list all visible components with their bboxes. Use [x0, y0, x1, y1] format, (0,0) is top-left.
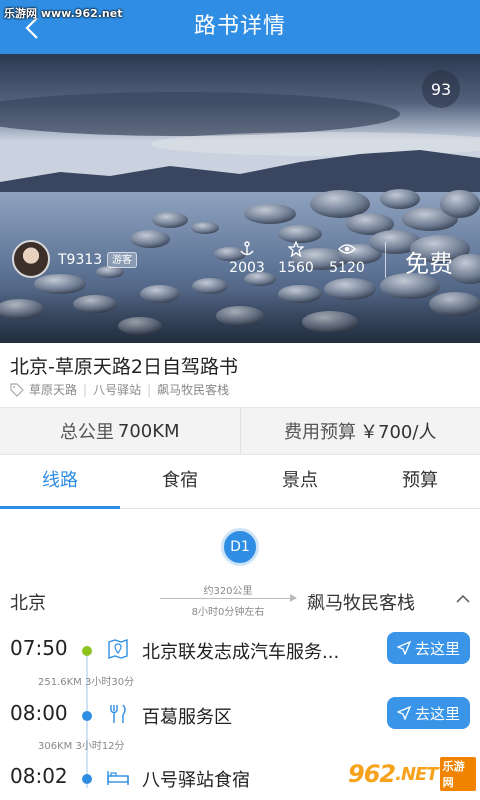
navigate-icon — [396, 706, 411, 720]
star-icon — [271, 240, 321, 258]
route-tag: 飙马牧民客栈 — [157, 383, 230, 397]
stat-favorites-value: 1560 — [278, 260, 314, 276]
map-icon — [106, 636, 130, 662]
route-title: 北京-草原天路2日自驾路书 — [10, 356, 238, 378]
go-here-label: 去这里 — [414, 704, 460, 723]
bed-icon — [106, 764, 130, 790]
stop-time: 07:50 — [10, 636, 68, 660]
segment-info: 251.6KM 3小时30分 — [38, 677, 135, 688]
go-here-button[interactable]: 去这里 — [387, 632, 470, 664]
watermark-site: 乐游网 www.962.net — [4, 7, 123, 20]
score-badge: 93 — [422, 70, 460, 108]
hero-image: 93 — [0, 54, 480, 343]
day-distance: 约320公里 — [203, 586, 253, 597]
stat-views: 5120 — [322, 240, 372, 276]
tab-bar: 线路 食宿 景点 预算 — [0, 456, 480, 509]
list-item: 08:00 百葛服务区 去这里 — [0, 695, 480, 735]
total-distance-value: 700KM — [117, 420, 180, 442]
watermark-logo-caption: 乐游网 — [439, 757, 476, 791]
route-connector-line — [160, 598, 296, 599]
watermark-logo-suffix: .NET — [395, 763, 438, 785]
list-item: 07:50 北京联发志成汽车服务... 去这里 — [0, 630, 480, 670]
anchor-icon — [222, 240, 272, 258]
day-end-location: 飙马牧民客栈 — [307, 593, 415, 614]
chevron-up-icon[interactable] — [455, 592, 471, 606]
tab-lodging[interactable]: 食宿 — [120, 456, 240, 508]
route-tag: 八号驿站 — [93, 383, 142, 397]
stop-time: 08:00 — [10, 701, 68, 725]
stop-name[interactable]: 八号驿站食宿 — [142, 766, 250, 792]
tab-attractions[interactable]: 景点 — [240, 456, 360, 508]
watermark-logo-text: 962 — [348, 760, 396, 788]
stat-anchors-value: 2003 — [229, 260, 265, 276]
user-tag-badge: 游客 — [107, 252, 137, 268]
timeline-dot — [82, 774, 92, 784]
watermark-logo: 962 .NET 乐游网 — [348, 752, 476, 796]
stop-name[interactable]: 百葛服务区 — [142, 703, 232, 729]
stop-time: 08:02 — [10, 764, 68, 788]
go-here-label: 去这里 — [414, 639, 460, 658]
restaurant-icon — [106, 701, 130, 727]
timeline-dot — [82, 711, 92, 721]
tab-route[interactable]: 线路 — [0, 456, 120, 509]
day-duration: 8小时0分钟左右 — [191, 607, 265, 618]
avatar[interactable] — [12, 240, 50, 278]
total-distance: 总公里 700KM — [0, 408, 240, 454]
navigate-icon — [396, 641, 411, 655]
eye-icon — [322, 240, 372, 258]
hero-divider — [385, 242, 386, 278]
stat-favorites[interactable]: 1560 — [271, 240, 321, 276]
timeline-dot — [82, 646, 92, 656]
tag-separator: | — [147, 382, 152, 397]
day-start-location: 北京 — [10, 593, 46, 614]
top-bar: 路书详情 乐游网 www.962.net — [0, 0, 480, 54]
tag-separator: | — [83, 382, 88, 397]
budget-label: 费用预算 — [284, 422, 357, 443]
price-label: 免费 — [405, 250, 453, 278]
total-distance-label: 总公里 — [59, 422, 114, 443]
segment-info: 306KM 3小时12分 — [38, 741, 125, 752]
summary-bar: 总公里 700KM 费用预算 ￥700/人 — [0, 407, 480, 455]
go-here-button[interactable]: 去这里 — [387, 697, 470, 729]
stop-name[interactable]: 北京联发志成汽车服务... — [142, 638, 339, 664]
route-tags: 草原天路 | 八号驿站 | 飙马牧民客栈 — [10, 381, 229, 398]
stat-views-value: 5120 — [329, 260, 365, 276]
tab-budget[interactable]: 预算 — [360, 456, 480, 508]
route-tag: 草原天路 — [29, 383, 78, 397]
tag-icon — [10, 382, 24, 397]
route-arrow-icon — [290, 594, 297, 602]
budget-value: ￥700/人 — [360, 422, 437, 443]
username: T9313 — [58, 252, 103, 268]
budget: 费用预算 ￥700/人 — [239, 408, 480, 454]
hero-overlay — [0, 289, 480, 343]
stat-anchors: 2003 — [222, 240, 272, 276]
day-badge[interactable]: D1 — [221, 528, 259, 566]
